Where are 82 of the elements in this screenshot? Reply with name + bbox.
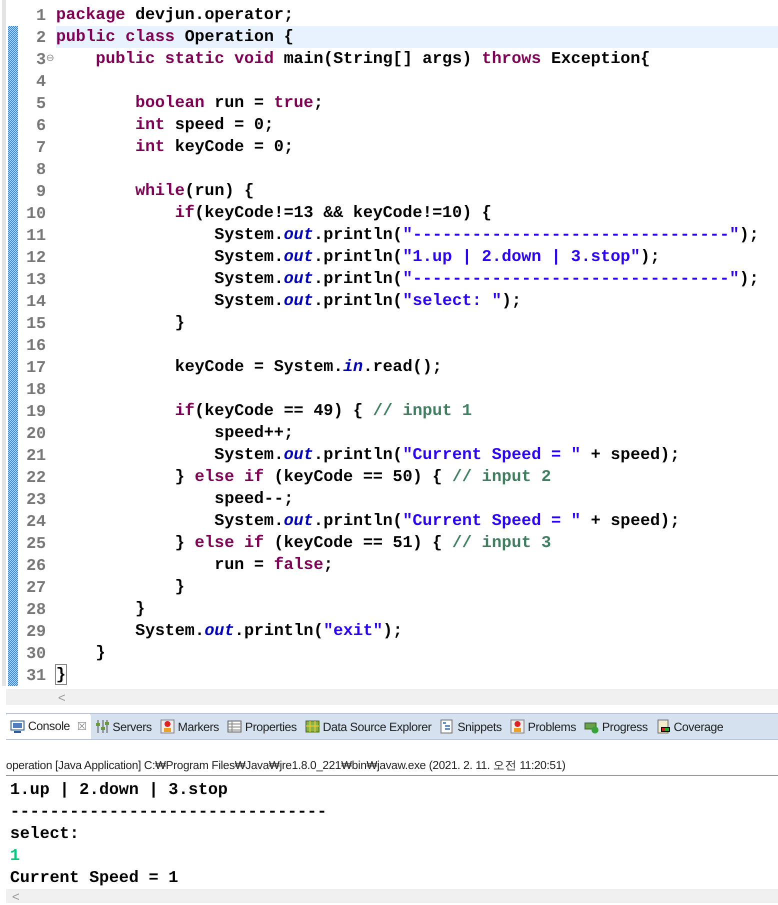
output-text: Current Speed = 1	[10, 867, 178, 889]
code-line: System.out.println("1.up | 2.down | 3.stop");	[213, 246, 662, 268]
code-line: if(keyCode == 49) { // input 1	[174, 400, 473, 422]
code-line: System.out.println("Current Speed = " + speed);	[213, 444, 681, 466]
view-tab[interactable]: Properties	[223, 714, 301, 739]
code-line: boolean run = true;	[134, 92, 324, 114]
console-header: operation [Java Application] C:₩Program Files₩Java₩jre1.8.0_221₩bin₩javaw.exe (2021. 2. 11. 오전 11:20:51)	[6, 758, 778, 776]
code-line: System.out.println("exit");	[134, 620, 404, 642]
line-number: 6	[35, 116, 46, 134]
line-number: 5	[35, 94, 46, 112]
map-icon	[304, 719, 320, 734]
line-number: 29	[25, 622, 46, 640]
line-number: 28	[25, 600, 46, 618]
code-line: }	[56, 664, 67, 686]
line-number: 3	[35, 50, 46, 68]
line-number: 4	[35, 72, 46, 90]
monitor-icon	[10, 718, 25, 734]
code-line: System.out.println("select: ");	[213, 290, 522, 312]
code-line: }	[94, 642, 107, 664]
code-line: } else if (keyCode == 50) { // input 2	[174, 466, 552, 488]
coverage-icon	[656, 719, 671, 734]
line-number: 9	[35, 182, 46, 200]
view-tab[interactable]: Markers	[156, 714, 223, 739]
line-number: 20	[25, 424, 46, 442]
code-line: run = false;	[213, 554, 334, 576]
view-tab[interactable]: Servers	[90, 714, 156, 739]
fold-toggle[interactable]: ⊖	[46, 54, 54, 64]
line-number: 2	[35, 28, 46, 46]
code-line: System.out.println("--------------------------------");	[213, 224, 760, 246]
line-number: 26	[25, 556, 46, 574]
close-icon[interactable]: ☒	[76, 720, 86, 732]
line-number: 17	[25, 358, 46, 376]
code-line: speed--;	[213, 488, 295, 510]
output-text: select:	[10, 823, 80, 845]
line-number: 8	[35, 160, 46, 178]
output-text: 1.up | 2.down | 3.stop	[10, 779, 228, 801]
code-line: int keyCode = 0;	[134, 136, 295, 158]
line-number: 15	[25, 314, 46, 332]
line-number: 7	[35, 138, 46, 156]
line-number: 27	[25, 578, 46, 596]
view-tab[interactable]: Progress	[580, 714, 652, 739]
view-tab[interactable]: Console ☒	[6, 714, 90, 739]
code-line: public static void main(String[] args) throws Exception{	[94, 48, 652, 70]
code-line: int speed = 0;	[134, 114, 275, 136]
code-line: }	[174, 576, 186, 598]
view-tab[interactable]: Problems	[506, 714, 580, 739]
line-number: 12	[25, 248, 46, 266]
code-line: package devjun.operator;	[56, 4, 295, 26]
line-number: 21	[25, 446, 46, 464]
code-line: speed++;	[213, 422, 295, 444]
line-number: 11	[25, 226, 46, 244]
line-number: 10	[25, 204, 46, 222]
sliders-icon	[94, 719, 110, 734]
line-number: 23	[25, 490, 46, 508]
code-line: }	[134, 598, 146, 620]
code-line: }	[174, 312, 186, 334]
table-icon	[227, 719, 242, 734]
line-number: 22	[25, 468, 46, 486]
code-line: keyCode = System.in.read();	[174, 356, 444, 378]
line-number: 25	[25, 534, 46, 552]
line-number: 19	[25, 402, 46, 420]
view-tab[interactable]: Snippets	[435, 714, 506, 739]
line-number: 1	[35, 6, 46, 24]
code-line: System.out.println("--------------------------------");	[213, 268, 760, 290]
code-line: System.out.println("Current Speed = " + speed);	[213, 510, 681, 532]
output-text: --------------------------------	[10, 801, 327, 823]
view-tab[interactable]: Coverage	[652, 714, 728, 739]
line-number: 18	[25, 380, 46, 398]
line-number: 24	[25, 512, 46, 530]
line-number: 14	[25, 292, 46, 310]
document-icon	[439, 719, 454, 734]
typed-text: 1	[10, 845, 20, 867]
line-number: 30	[25, 644, 46, 662]
marker-icon	[160, 719, 175, 734]
code-line: } else if (keyCode == 51) { // input 3	[174, 532, 552, 554]
code-line: if(keyCode!=13 && keyCode!=10) {	[174, 202, 493, 224]
line-number: 13	[25, 270, 46, 288]
code-line: while(run) {	[134, 180, 256, 202]
line-number: 16	[25, 336, 46, 354]
marker-icon	[510, 719, 525, 734]
view-tab[interactable]: Data Source Explorer	[300, 714, 436, 739]
line-number: 31	[25, 666, 46, 684]
